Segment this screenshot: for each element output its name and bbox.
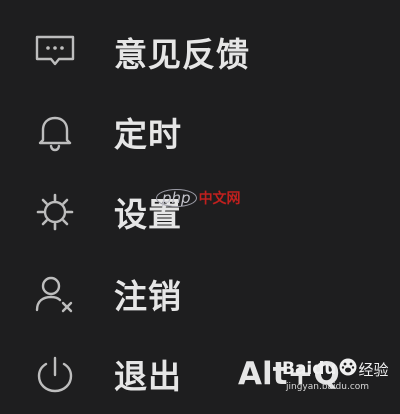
php-watermark-text: 中文网 [198, 191, 241, 207]
baidu-watermark: Baidu 经验 jingyan.baidu.com [282, 356, 394, 402]
menu-item-settings[interactable]: 设置 [0, 172, 400, 252]
php-logo: php [156, 189, 197, 207]
baidu-jingyan: 经验 [358, 360, 389, 379]
menu-item-label: 注销 [114, 277, 182, 316]
power-icon [32, 351, 78, 397]
menu-item-logout[interactable]: 注销 [0, 254, 400, 334]
menu-item-timer[interactable]: 定时 [0, 92, 400, 172]
php-watermark: php 中文网 [156, 188, 241, 208]
paw-icon [339, 358, 357, 380]
bell-icon [32, 109, 78, 155]
menu-item-feedback[interactable]: 意见反馈 [0, 12, 400, 92]
message-icon [32, 29, 78, 75]
menu-item-label: 定时 [114, 115, 182, 154]
gear-icon [32, 189, 78, 235]
baidu-name: Baidu [282, 359, 337, 379]
baidu-url: jingyan.baidu.com [286, 382, 370, 392]
user-remove-icon [32, 271, 78, 317]
menu-item-label: 意见反馈 [114, 35, 250, 74]
menu-item-label: 退出 [114, 357, 182, 396]
